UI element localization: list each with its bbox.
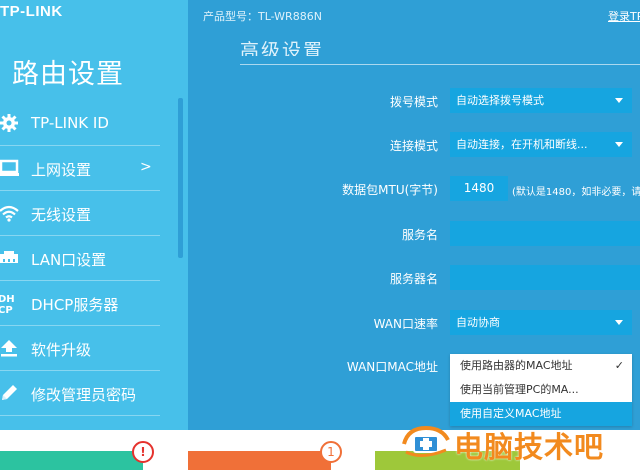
sidebar-item-label: 上网设置 bbox=[31, 161, 92, 179]
sidebar-item-upgrade[interactable]: 软件升级 bbox=[0, 326, 160, 371]
mtu-hint: (默认是1480，如非必要，请勿 bbox=[512, 187, 640, 198]
sidebar-item-label: DHCP服务器 bbox=[31, 296, 119, 314]
option-label: 使用路由器的MAC地址 bbox=[460, 359, 573, 372]
option-label: 使用当前管理PC的MA... bbox=[460, 383, 579, 396]
status-block-green bbox=[0, 451, 143, 470]
sidebar-item-dhcp[interactable]: DH CP DHCP服务器 bbox=[0, 281, 160, 326]
monitor-icon bbox=[0, 158, 20, 178]
wan-mac-option-pc[interactable]: 使用当前管理PC的MA... bbox=[450, 378, 632, 402]
dial-mode-select[interactable]: 自动选择拨号模式 bbox=[450, 88, 632, 113]
alert-badge[interactable]: ! bbox=[132, 441, 154, 463]
wan-mac-label: WAN口MAC地址 bbox=[346, 360, 438, 374]
check-icon: ✓ bbox=[614, 359, 624, 372]
connection-mode-label: 连接模式 bbox=[389, 139, 438, 153]
connection-mode-select[interactable]: 自动连接，在开机和断线... bbox=[450, 132, 632, 157]
sidebar-item-label: LAN口设置 bbox=[31, 251, 107, 269]
wan-speed-select[interactable]: 自动协商 bbox=[450, 310, 632, 335]
sidebar-item-admin-password[interactable]: 修改管理员密码 bbox=[0, 371, 160, 416]
service-name-label: 服务名 bbox=[401, 228, 438, 242]
sidebar-item-wireless[interactable]: 无线设置 bbox=[0, 191, 160, 236]
watermark-text: 电脑技术吧 bbox=[454, 430, 605, 464]
mtu-label: 数据包MTU(字节) bbox=[342, 183, 438, 197]
sidebar-item-label: 修改管理员密码 bbox=[31, 386, 137, 404]
dial-mode-label: 拨号模式 bbox=[389, 95, 438, 109]
status-block-orange bbox=[188, 451, 331, 470]
sidebar-item-label: 无线设置 bbox=[31, 206, 92, 224]
wan-mac-dropdown[interactable]: 使用路由器的MAC地址 ✓ 使用当前管理PC的MA... 使用自定义MAC地址 bbox=[450, 354, 632, 426]
wan-mac-option-custom[interactable]: 使用自定义MAC地址 bbox=[450, 402, 632, 426]
dhcp-icon: DH CP bbox=[0, 293, 20, 314]
sidebar-item-internet[interactable]: 上网设置 > bbox=[0, 146, 160, 191]
tp-link-logo: TP-LINK bbox=[0, 3, 63, 20]
pencil-icon bbox=[0, 383, 20, 403]
sidebar-item-lan[interactable]: LAN口设置 bbox=[0, 236, 160, 281]
sidebar-item-label: TP-LINK ID bbox=[31, 114, 109, 132]
section-divider bbox=[240, 64, 640, 65]
upload-icon bbox=[0, 338, 20, 358]
count-badge[interactable]: 1 bbox=[320, 441, 342, 463]
wan-speed-label: WAN口速率 bbox=[373, 317, 438, 331]
server-name-input[interactable] bbox=[450, 265, 640, 290]
sidebar-item-tplink-id[interactable]: TP-LINK ID bbox=[0, 101, 160, 146]
sidebar-title: 路由设置 bbox=[12, 59, 124, 90]
sidebar-item-label: 软件升级 bbox=[31, 341, 92, 359]
service-name-input[interactable] bbox=[450, 221, 640, 246]
wan-mac-option-router[interactable]: 使用路由器的MAC地址 ✓ bbox=[450, 354, 632, 378]
lan-icon bbox=[0, 248, 20, 268]
section-title: 高级设置 bbox=[240, 40, 325, 56]
mtu-input[interactable]: 1480 bbox=[450, 176, 508, 201]
svg-text:CP: CP bbox=[0, 305, 13, 314]
chevron-right-icon: > bbox=[140, 159, 152, 175]
server-name-label: 服务器名 bbox=[389, 272, 438, 286]
gear-icon bbox=[0, 113, 20, 133]
svg-text:DH: DH bbox=[0, 294, 15, 305]
login-link[interactable]: 登录TP bbox=[608, 8, 640, 24]
sidebar: TP-LINK 路由设置 TP-LINK ID 上网设置 > 无线设置 LAN口… bbox=[0, 0, 188, 430]
watermark-computer-icon bbox=[402, 424, 450, 460]
option-label: 使用自定义MAC地址 bbox=[460, 407, 562, 420]
product-model: 产品型号：TL-WR886N bbox=[203, 10, 322, 23]
wifi-icon bbox=[0, 203, 20, 223]
sidebar-scrollbar[interactable] bbox=[178, 98, 183, 258]
sidebar-menu: TP-LINK ID 上网设置 > 无线设置 LAN口设置 DHCP DHCP bbox=[0, 101, 160, 416]
